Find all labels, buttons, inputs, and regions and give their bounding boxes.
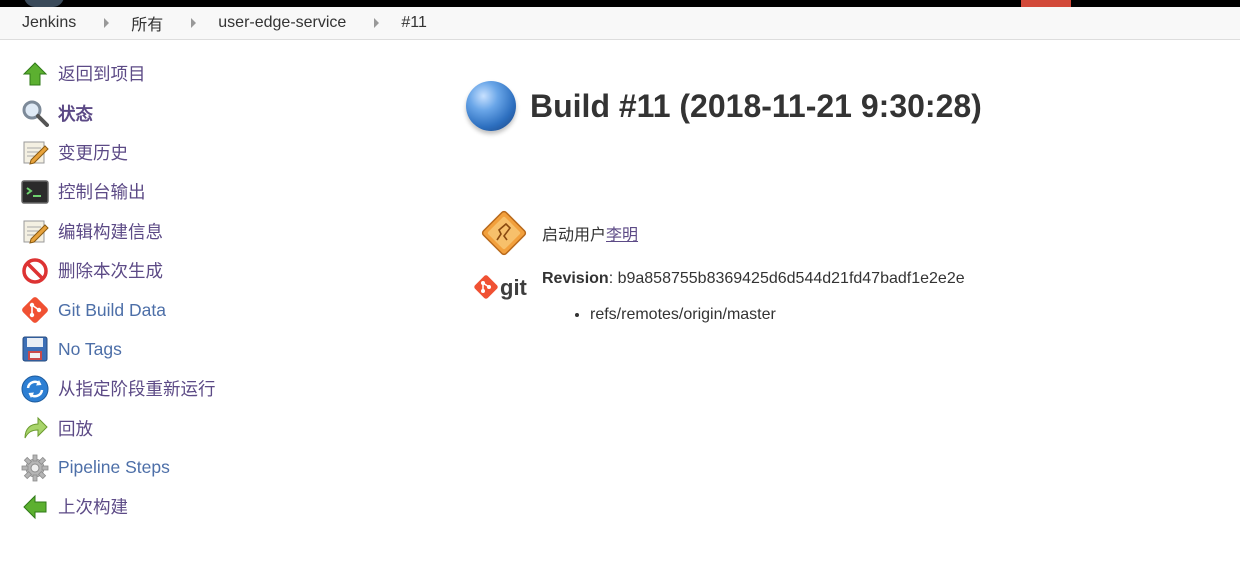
sidebar-item-status[interactable]: 状态 [20, 93, 320, 132]
terminal-icon [20, 177, 50, 207]
revision-label: Revision [542, 270, 609, 287]
sidebar-item-label: 返回到项目 [58, 64, 146, 85]
gear-icon [20, 453, 50, 483]
started-by-text: 启动用户李明 [542, 221, 638, 245]
started-by-row: 启动用户李明 [466, 204, 1206, 262]
list-item: refs/remotes/origin/master [590, 306, 965, 324]
sidebar-item-label: 状态 [58, 103, 93, 124]
git-logo-text: git [500, 275, 528, 300]
sidebar-item-replay[interactable]: 回放 [20, 409, 320, 448]
sidebar-item-delete-build[interactable]: 删除本次生成 [20, 251, 320, 290]
sidebar-item-label: 变更历史 [58, 142, 128, 163]
build-main: Build #11 (2018-11-21 9:30:28) 启动用户李明 gi… [466, 78, 1206, 323]
sidebar-item-label: No Tags [58, 338, 122, 359]
sidebar-item-label: 编辑构建信息 [58, 221, 163, 242]
revision-details: Revision: b9a858755b8369425d6d544d21fd47… [542, 268, 965, 324]
breadcrumb-project[interactable]: user-edge-service [218, 14, 346, 32]
git-logo: git [466, 268, 542, 324]
sidebar-item-restart-from-stage[interactable]: 从指定阶段重新运行 [20, 369, 320, 408]
breadcrumb-arrow-icon[interactable] [374, 18, 380, 28]
sidebar-item-label: 删除本次生成 [58, 261, 163, 282]
revision-line: Revision: b9a858755b8369425d6d544d21fd47… [542, 268, 965, 290]
notepad-icon [20, 216, 50, 246]
jenkins-logo[interactable] [24, 0, 64, 7]
sidebar-item-console-output[interactable]: 控制台输出 [20, 172, 320, 211]
sidebar-item-label: Git Build Data [58, 299, 166, 320]
breadcrumb-build[interactable]: #11 [401, 14, 427, 32]
sidebar-item-edit-build-info[interactable]: 编辑构建信息 [20, 212, 320, 251]
magnifier-icon [20, 98, 50, 128]
build-info: 启动用户李明 git Revision: b9a858755b8369425d6… [466, 204, 1206, 324]
no-entry-icon [20, 256, 50, 286]
breadcrumb-jenkins[interactable]: Jenkins [22, 14, 76, 32]
sidebar-item-back-to-project[interactable]: 返回到项目 [20, 54, 320, 93]
sidebar-item-previous-build[interactable]: 上次构建 [20, 487, 320, 526]
build-status-ball-icon [466, 81, 516, 131]
sidebar-item-label: 上次构建 [58, 497, 128, 518]
floppy-icon [20, 334, 50, 364]
sidebar-item-label: 从指定阶段重新运行 [58, 379, 216, 400]
sidebar-item-changes[interactable]: 变更历史 [20, 133, 320, 172]
header-accent [1021, 0, 1071, 7]
arrow-up-icon [20, 59, 50, 89]
sidebar-item-pipeline-steps[interactable]: Pipeline Steps [20, 448, 320, 487]
user-link[interactable]: 李明 [606, 227, 638, 244]
breadcrumb-arrow-icon[interactable] [104, 18, 110, 28]
breadcrumb-all[interactable]: 所有 [131, 11, 163, 35]
started-by-prefix: 启动用户 [542, 227, 607, 244]
refresh-icon [20, 374, 50, 404]
sidebar-item-label: 回放 [58, 418, 93, 439]
breadcrumb-arrow-icon[interactable] [191, 18, 197, 28]
sidebar-item-label: Pipeline Steps [58, 457, 170, 478]
breadcrumb: Jenkins 所有 user-edge-service #11 [0, 7, 1240, 40]
arrow-left-icon [20, 492, 50, 522]
revision-hash: : b9a858755b8369425d6d544d21fd47badf1e2e… [608, 270, 965, 287]
git-icon [20, 295, 50, 325]
git-revision-row: git Revision: b9a858755b8369425d6d544d21… [466, 268, 1206, 324]
replay-arrow-icon [20, 413, 50, 443]
sidebar-item-label: 控制台输出 [58, 182, 146, 203]
build-header: Build #11 (2018-11-21 9:30:28) [466, 78, 1206, 134]
sidebar-item-git-build-data[interactable]: Git Build Data [20, 290, 320, 329]
page-title: Build #11 (2018-11-21 9:30:28) [530, 87, 982, 124]
user-cause-icon [466, 206, 542, 260]
sidebar-item-no-tags[interactable]: No Tags [20, 330, 320, 369]
refs-list: refs/remotes/origin/master [542, 306, 965, 324]
sidebar-tasks: 返回到项目 状态 变更历史 控制台输出 编辑构建信息 删除本次生成 Git Bu… [20, 54, 320, 527]
top-header-bar [0, 0, 1240, 7]
notepad-icon [20, 137, 50, 167]
